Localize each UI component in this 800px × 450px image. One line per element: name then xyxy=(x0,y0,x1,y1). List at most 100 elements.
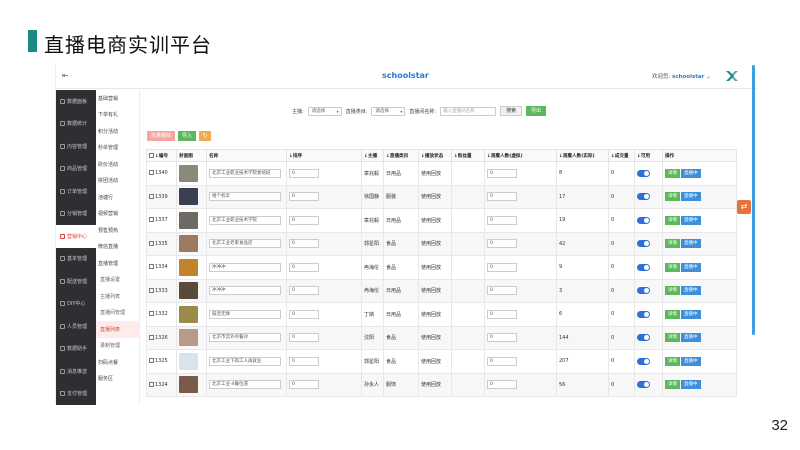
detail-button[interactable]: 详情 xyxy=(665,309,680,319)
row-checkbox[interactable] xyxy=(149,311,154,317)
live-button[interactable]: 直播中 xyxy=(681,215,701,225)
column-header[interactable]: ↓观看人数(虚拟) xyxy=(484,149,557,162)
detail-button[interactable]: 详情 xyxy=(665,262,680,272)
submenu-item[interactable]: 预售预热 xyxy=(96,222,139,239)
sort-input[interactable]: 0 xyxy=(289,192,319,202)
submenu-item[interactable]: 主播列表 xyxy=(96,288,139,305)
row-checkbox[interactable] xyxy=(149,170,154,176)
name-input[interactable]: 冲冲冲 xyxy=(209,262,281,272)
sidebar-item[interactable]: 配送管理 xyxy=(56,270,96,293)
enabled-toggle[interactable] xyxy=(637,334,650,342)
column-header[interactable]: ↓成交量 xyxy=(608,149,635,162)
detail-button[interactable]: 详情 xyxy=(665,192,680,202)
enabled-toggle[interactable] xyxy=(637,357,650,365)
row-checkbox[interactable] xyxy=(149,193,154,199)
detail-button[interactable]: 详情 xyxy=(665,215,680,225)
live-button[interactable]: 直播中 xyxy=(681,286,701,296)
virtual-viewers-input[interactable]: 0 xyxy=(487,333,517,343)
column-header[interactable]: ↓编号 xyxy=(146,149,177,162)
name-input[interactable]: 冲冲冲 xyxy=(209,286,281,296)
sidebar-item[interactable]: 商品管理 xyxy=(56,158,96,181)
detail-button[interactable]: 详情 xyxy=(665,380,680,390)
virtual-viewers-input[interactable]: 0 xyxy=(487,262,517,272)
detail-button[interactable]: 详情 xyxy=(665,333,680,343)
sidebar-item[interactable]: 订单管理 xyxy=(56,180,96,203)
virtual-viewers-input[interactable]: 0 xyxy=(487,356,517,366)
vertical-scrollbar[interactable] xyxy=(752,65,755,335)
enabled-toggle[interactable] xyxy=(637,216,650,224)
column-header[interactable]: ↓粉丝量 xyxy=(451,149,485,162)
sidebar-item[interactable]: DIY中心 xyxy=(56,293,96,316)
virtual-viewers-input[interactable]: 0 xyxy=(487,168,517,178)
enabled-toggle[interactable] xyxy=(637,263,650,271)
name-input[interactable]: 格个机伞 xyxy=(209,192,281,202)
column-header[interactable]: ↓播放状态 xyxy=(418,149,452,162)
search-button[interactable]: 搜索 xyxy=(500,106,523,116)
virtual-viewers-input[interactable]: 0 xyxy=(487,215,517,225)
live-button[interactable]: 直播中 xyxy=(681,309,701,319)
name-input[interactable]: 北京工业下岗工人再就业 xyxy=(209,356,281,366)
select-all-checkbox[interactable] xyxy=(149,152,154,158)
sort-input[interactable]: 0 xyxy=(289,309,319,319)
virtual-viewers-input[interactable]: 0 xyxy=(487,286,517,296)
sort-input[interactable]: 0 xyxy=(289,356,319,366)
name-input[interactable]: 北京工业职业技术学院委培班 xyxy=(209,168,281,178)
sidebar-item[interactable]: 内容管理 xyxy=(56,135,96,158)
submenu-item[interactable]: 微信直播 xyxy=(96,239,139,256)
name-search-input[interactable]: 输入直播间名称 xyxy=(440,106,497,116)
sort-input[interactable]: 0 xyxy=(289,239,319,249)
collapse-icon[interactable]: ⇤ xyxy=(62,71,69,80)
live-button[interactable]: 直播中 xyxy=(681,239,701,249)
batch-delete-button[interactable]: 批量删除 xyxy=(147,131,176,141)
enabled-toggle[interactable] xyxy=(637,193,650,201)
sidebar-item[interactable]: 基本管理 xyxy=(56,248,96,271)
sidebar-item[interactable]: 人员管理 xyxy=(56,315,96,338)
enabled-toggle[interactable] xyxy=(637,381,650,389)
live-button[interactable]: 直播中 xyxy=(681,333,701,343)
row-checkbox[interactable] xyxy=(149,334,154,340)
name-input[interactable]: 北京市宫外的餐对 xyxy=(209,333,281,343)
category-select[interactable]: 请选择 xyxy=(371,106,406,116)
name-input[interactable]: 北京工业老家食品店 xyxy=(209,239,281,249)
column-header[interactable]: 封面图 xyxy=(176,149,207,162)
detail-button[interactable]: 详情 xyxy=(665,168,680,178)
sidebar-item[interactable]: 支付管理 xyxy=(56,383,96,406)
sidebar-item[interactable]: 数据助手 xyxy=(56,338,96,361)
row-checkbox[interactable] xyxy=(149,358,154,364)
enabled-toggle[interactable] xyxy=(637,169,650,177)
submenu-item[interactable]: 视频营销 xyxy=(96,206,139,223)
submenu-item[interactable]: 砍价活动 xyxy=(96,156,139,173)
sort-input[interactable]: 0 xyxy=(289,380,319,390)
virtual-viewers-input[interactable]: 0 xyxy=(487,192,517,202)
column-header[interactable]: ↓观看人数(实际) xyxy=(556,149,609,162)
refresh-icon[interactable]: ↻ xyxy=(199,131,212,141)
import-button[interactable]: 导入 xyxy=(178,131,197,141)
submenu-item[interactable]: 秒杀管理 xyxy=(96,140,139,157)
sort-input[interactable]: 0 xyxy=(289,333,319,343)
live-button[interactable]: 直播中 xyxy=(681,380,701,390)
submenu-item[interactable]: 直播设置 xyxy=(96,272,139,289)
virtual-viewers-input[interactable]: 0 xyxy=(487,239,517,249)
name-input[interactable]: 北京工业-4餐位遗 xyxy=(209,380,281,390)
enabled-toggle[interactable] xyxy=(637,287,650,295)
export-button[interactable]: 导出 xyxy=(526,106,547,116)
float-toggle-icon[interactable]: ⇄ xyxy=(737,200,751,214)
submenu-item[interactable]: 服务区 xyxy=(96,371,139,388)
submenu-item[interactable]: 基础营销 xyxy=(96,90,139,107)
submenu-item[interactable]: 直播列表 xyxy=(96,321,139,338)
live-button[interactable]: 直播中 xyxy=(681,356,701,366)
enabled-toggle[interactable] xyxy=(637,240,650,248)
live-button[interactable]: 直播中 xyxy=(681,192,701,202)
sidebar-item[interactable]: 消息推送 xyxy=(56,360,96,383)
column-header[interactable]: ↓直播类目 xyxy=(383,149,419,162)
sidebar-item[interactable]: 数据统计 xyxy=(56,113,96,136)
submenu-item[interactable]: 直播管理 xyxy=(96,255,139,272)
virtual-viewers-input[interactable]: 0 xyxy=(487,380,517,390)
row-checkbox[interactable] xyxy=(149,264,154,270)
sidebar-item[interactable]: 分销管理 xyxy=(56,203,96,226)
submenu-item[interactable]: 下单有礼 xyxy=(96,107,139,124)
name-input[interactable]: 鼓话无缘 xyxy=(209,309,281,319)
detail-button[interactable]: 详情 xyxy=(665,356,680,366)
column-header[interactable]: ↓主播 xyxy=(361,149,384,162)
sort-input[interactable]: 0 xyxy=(289,168,319,178)
